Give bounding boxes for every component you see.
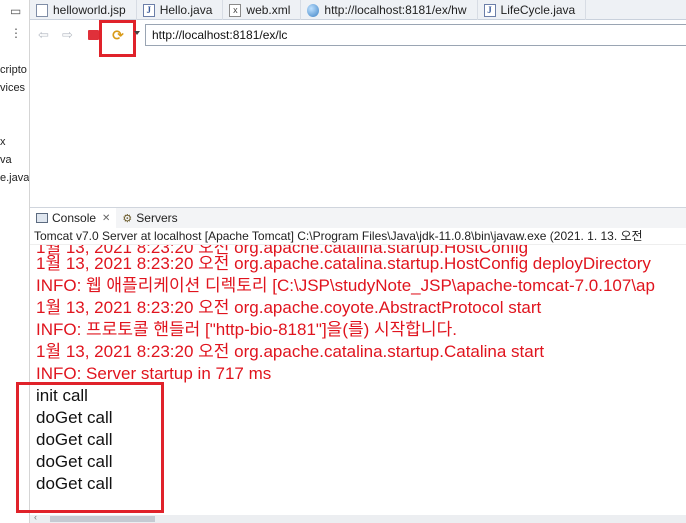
tab-console[interactable]: Console ✕ [30, 207, 117, 229]
console-process-header: Tomcat v7.0 Server at localhost [Apache … [30, 228, 686, 245]
jsp-file-icon [36, 3, 48, 17]
forward-arrow-icon[interactable]: ⇨ [62, 27, 73, 43]
tab-label: web.xml [246, 3, 291, 17]
console-line: 1월 13, 2021 8:23:20 오전 org.apache.catali… [36, 342, 545, 361]
editor-tab-bar: helloworld.jsp J Hello.java x web.xml ht… [30, 0, 686, 20]
explorer-fragment[interactable]: x [0, 136, 6, 148]
browser-toolbar: ⇦ ⇨ ⟳ http://localhost:8181/ex/lc [30, 20, 686, 57]
chevron-down-icon[interactable] [134, 31, 140, 35]
xml-file-icon: x [229, 3, 242, 17]
tab-label: Servers [136, 211, 178, 225]
console-line: INFO: 프로토콜 핸들러 ["http-bio-8181"]을(를) 시작합… [36, 320, 457, 339]
tab-hello-java[interactable]: J Hello.java [137, 0, 224, 20]
explorer-fragment[interactable]: cripto [0, 64, 27, 76]
tab-label: Console [52, 211, 97, 225]
tab-label: Hello.java [159, 3, 213, 17]
tab-helloworld-jsp[interactable]: helloworld.jsp [30, 0, 137, 20]
java-file-icon: J [483, 3, 496, 17]
horizontal-scrollbar[interactable]: ‹ [30, 512, 686, 523]
explorer-fragment[interactable]: e.java [0, 172, 29, 184]
tab-web-xml[interactable]: x web.xml [223, 0, 302, 20]
eclipse-window: ▭ ⋮ cripto vices x va e.java helloworld.… [0, 0, 686, 523]
panel-menu-icon[interactable]: ⋮ [10, 26, 22, 40]
back-arrow-icon[interactable]: ⇦ [38, 27, 49, 43]
tab-lifecycle-java[interactable]: J LifeCycle.java [478, 0, 587, 20]
explorer-fragment[interactable]: vices [0, 82, 25, 94]
console-tab-bar: Console ✕ ⚙ Servers [30, 207, 686, 229]
url-input[interactable]: http://localhost:8181/ex/lc [145, 24, 686, 46]
tab-label: LifeCycle.java [500, 3, 576, 17]
scroll-left-icon[interactable]: ‹ [34, 512, 37, 522]
tab-label: helloworld.jsp [53, 3, 126, 17]
globe-icon [307, 3, 320, 17]
explorer-fragment[interactable]: va [0, 154, 12, 166]
refresh-highlight-box [99, 20, 136, 57]
stop-icon[interactable] [88, 30, 99, 40]
console-line: 1월 13, 2021 8:23:20 오전 org.apache.catali… [36, 254, 651, 273]
console-icon [36, 213, 48, 223]
output-highlight-box [16, 382, 164, 513]
servers-icon: ⚙ [122, 212, 133, 225]
panel-icon[interactable]: ▭ [10, 4, 21, 18]
java-file-icon: J [142, 3, 155, 17]
tab-servers[interactable]: ⚙ Servers [116, 208, 183, 229]
close-icon[interactable]: ✕ [102, 213, 110, 224]
scrollbar-thumb[interactable] [50, 516, 155, 522]
console-line: 1월 13, 2021 8:23:20 오전 org.apache.coyote… [36, 298, 542, 317]
tab-label: http://localhost:8181/ex/hw [324, 3, 467, 17]
tab-browser-hw[interactable]: http://localhost:8181/ex/hw [301, 0, 478, 20]
console-line: INFO: 웹 애플리케이션 디렉토리 [C:\JSP\studyNote_JS… [36, 276, 655, 295]
